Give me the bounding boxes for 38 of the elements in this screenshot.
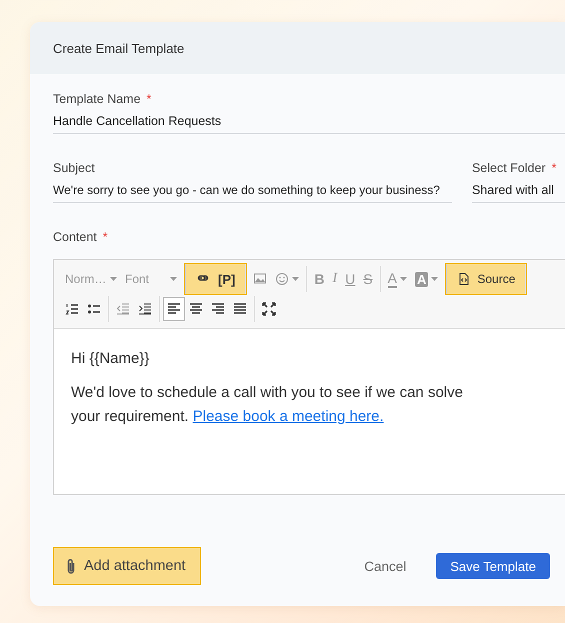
meeting-link[interactable]: Please book a meeting here. <box>192 408 384 425</box>
input-field[interactable]: Shared with all <box>472 183 565 203</box>
save-template-button[interactable]: Save Template <box>436 553 550 579</box>
field-label: Template Name <box>53 92 141 106</box>
caret-icon <box>431 277 438 281</box>
toolbar-button[interactable] <box>163 297 185 321</box>
caret-icon <box>170 277 177 281</box>
maximize-icon <box>262 302 276 316</box>
required-mark: * <box>552 161 556 175</box>
document-code-icon <box>457 272 472 286</box>
indent-icon <box>138 302 152 316</box>
caret-icon <box>292 277 300 281</box>
field-label: Subject <box>53 161 95 175</box>
add-attachment-button[interactable]: Add attachment <box>53 547 201 585</box>
field-label: Content <box>53 230 97 244</box>
required-mark: * <box>102 230 108 244</box>
paperclip-icon <box>66 558 76 574</box>
paragraph: Hi {{Name}} <box>71 349 150 369</box>
align-justify-icon <box>233 302 247 316</box>
paragraph: We'd love to schedule a call with you to see if we can solve your requirement. Please book a meeting here. <box>71 383 464 427</box>
placeholder-button[interactable]: [P] <box>214 267 240 291</box>
align-center-icon <box>189 302 203 316</box>
input-field[interactable]: We're sorry to see you go - can we do something to keep your business? <box>53 183 452 203</box>
dialog-title: Create Email Template <box>53 40 184 56</box>
required-mark: * <box>146 92 152 106</box>
cancel-button[interactable]: Cancel <box>354 552 416 580</box>
input-field[interactable]: Handle Cancellation Requests <box>53 114 565 134</box>
smiley-icon <box>275 272 290 286</box>
image-icon <box>253 272 268 286</box>
caret-icon <box>400 277 407 281</box>
bullet-list-icon <box>87 302 101 316</box>
align-right-icon <box>211 302 225 316</box>
source-button[interactable]: Source <box>453 267 520 291</box>
outdent-icon <box>116 302 130 316</box>
align-left-icon <box>167 302 181 316</box>
numbered-list-icon <box>65 302 79 316</box>
field-label: Select Folder <box>472 161 546 175</box>
caret-icon <box>110 277 117 281</box>
